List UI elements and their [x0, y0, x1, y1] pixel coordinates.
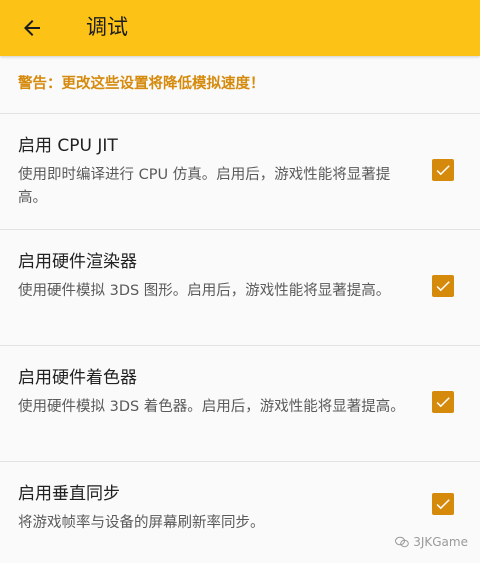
arrow-left-icon: [24, 20, 40, 36]
setting-description: 将游戏帧率与设备的屏幕刷新率同步。: [18, 515, 265, 531]
checkmark-icon: [436, 499, 450, 510]
setting-title: 启用硬件渲染器: [18, 252, 137, 272]
setting-title: 启用硬件着色器: [18, 368, 137, 388]
setting-hardware-renderer[interactable]: 启用硬件渲染器 使用硬件模拟 3DS 图形。启用后，游戏性能将显著提高。: [0, 250, 480, 334]
divider: [0, 229, 480, 230]
setting-cpu-jit[interactable]: 启用 CPU JIT 使用即时编译进行 CPU 仿真。启用后，游戏性能将显著提高…: [0, 134, 480, 218]
checkbox-vsync[interactable]: [432, 493, 454, 515]
back-button[interactable]: [10, 6, 54, 50]
setting-hardware-shader[interactable]: 启用硬件着色器 使用硬件模拟 3DS 着色器。启用后，游戏性能将显著提高。: [0, 366, 480, 450]
checkmark-icon: [436, 165, 450, 176]
checkmark-icon: [436, 397, 450, 408]
setting-description: 使用硬件模拟 3DS 图形。启用后，游戏性能将显著提高。: [18, 283, 391, 299]
setting-description: 使用硬件模拟 3DS 着色器。启用后，游戏性能将显著提高。: [18, 399, 405, 415]
checkbox-cpu-jit[interactable]: [432, 159, 454, 181]
setting-vsync[interactable]: 启用垂直同步 将游戏帧率与设备的屏幕刷新率同步。: [0, 482, 480, 542]
watermark: 3JKGame: [395, 535, 468, 549]
page-title: 调试: [86, 15, 128, 39]
checkmark-icon: [436, 281, 450, 292]
setting-title: 启用垂直同步: [18, 484, 120, 504]
divider: [0, 113, 480, 114]
divider: [0, 461, 480, 462]
chat-bubble-icon: [395, 536, 410, 548]
watermark-text: 3JKGame: [413, 535, 468, 549]
warning-text: 警告：更改这些设置将降低模拟速度！: [18, 76, 265, 92]
setting-title: 启用 CPU JIT: [18, 136, 118, 156]
app-bar: 调试: [0, 0, 480, 56]
divider: [0, 345, 480, 346]
checkbox-hardware-renderer[interactable]: [432, 275, 454, 297]
setting-description: 使用即时编译进行 CPU 仿真。启用后，游戏性能将显著提高。: [18, 167, 391, 206]
checkbox-hardware-shader[interactable]: [432, 391, 454, 413]
